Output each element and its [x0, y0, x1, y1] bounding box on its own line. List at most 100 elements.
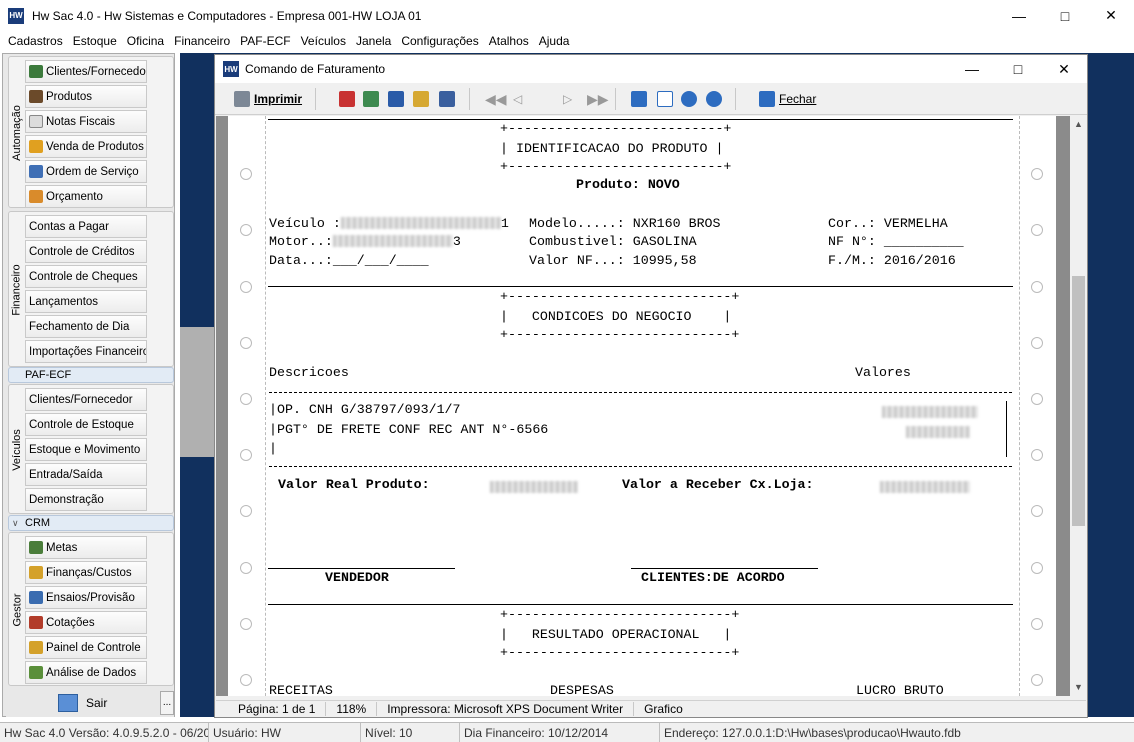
sidebar-item-ensaios-provisao[interactable]: Ensaios/Provisão [25, 586, 147, 609]
menu-cadastros[interactable]: Cadastros [6, 34, 65, 48]
products-icon [29, 90, 43, 103]
clients-icon [29, 65, 43, 78]
open-button[interactable] [413, 89, 429, 109]
veiculo-row: Veículo :1 [269, 216, 509, 231]
sidebar-item-clientes-fornecedor[interactable]: Clientes/Fornecedor [25, 60, 147, 83]
sidebar-item-importacoes-financeiro[interactable]: Importações Financeiro [25, 340, 147, 363]
table-top-rule [269, 392, 1012, 393]
sidebar-item-ordem-servico[interactable]: Ordem de Serviço [25, 160, 147, 183]
redacted-value [332, 235, 453, 248]
redacted-value [340, 217, 501, 230]
sidebar-item-entrada-saida[interactable]: Entrada/Saída [25, 463, 147, 486]
sidebar-item-controle-creditos[interactable]: Controle de Créditos [25, 240, 147, 263]
group-header-paf-ecf[interactable]: PAF-ECF [8, 367, 174, 383]
sidebar-item-controle-estoque[interactable]: Controle de Estoque [25, 413, 147, 436]
more-button[interactable]: ... [160, 691, 174, 715]
save-button[interactable] [388, 89, 404, 109]
send-email-button[interactable] [363, 89, 379, 109]
sidebar-item-produtos[interactable]: Produtos [25, 85, 147, 108]
sidebar-item-cotacoes[interactable]: Cotações [25, 611, 147, 634]
export-pdf-button[interactable] [339, 89, 355, 109]
sidebar-item-lancamentos[interactable]: Lançamentos [25, 290, 147, 313]
scroll-up-icon[interactable]: ▲ [1070, 116, 1087, 133]
app-title: Hw Sac 4.0 - Hw Sistemas e Computadores … [32, 8, 422, 23]
vertical-scrollbar[interactable]: ▲ ▼ [1070, 116, 1087, 696]
sidebar-item-analise-dados[interactable]: Análise de Dados [25, 661, 147, 684]
table-bottom-rule [269, 466, 1012, 467]
user-status: Usuário: HW [209, 722, 361, 742]
exit-door-icon [759, 91, 775, 107]
sidebar-item-financas-custos[interactable]: Finanças/Custos [25, 561, 147, 584]
sidebar-item-metas[interactable]: Metas [25, 536, 147, 559]
nf-label: NF N°: __________ [828, 234, 964, 249]
page-width-icon [631, 91, 647, 107]
find-button[interactable] [439, 89, 455, 109]
next-page-button[interactable]: ▷ [563, 89, 572, 109]
menu-estoque[interactable]: Estoque [71, 34, 119, 48]
menu-financeiro[interactable]: Financeiro [172, 34, 232, 48]
first-page-button[interactable]: ◀◀ [485, 89, 507, 109]
sec1-bot: +---------------------------+ [500, 159, 732, 174]
goals-icon [29, 541, 43, 554]
version-status: Hw Sac 4.0 Versão: 4.0.9.5.2.0 - 06/2016 [0, 722, 209, 742]
window-close-button[interactable]: ✕ [1041, 55, 1087, 83]
menu-oficina[interactable]: Oficina [125, 34, 166, 48]
window-maximize-button[interactable]: □ [995, 55, 1041, 83]
close-button[interactable]: ✕ [1088, 0, 1134, 31]
sec2-top: +----------------------------+ [500, 289, 740, 304]
redacted-value [880, 481, 970, 493]
sidebar-item-estoque-movimento[interactable]: Estoque e Movimento [25, 438, 147, 461]
last-page-button[interactable]: ▶▶ [587, 89, 609, 109]
zoom-out-button[interactable] [706, 89, 722, 109]
sidebar-item-notas-fiscais[interactable]: Notas Fiscais [25, 110, 147, 133]
menu-ajuda[interactable]: Ajuda [537, 34, 572, 48]
sidebar-item-demonstracao[interactable]: Demonstração [25, 488, 147, 511]
menu-veiculos[interactable]: Veículos [299, 34, 348, 48]
maximize-button[interactable]: □ [1042, 0, 1088, 31]
produto-label: Produto: NOVO [576, 177, 680, 192]
table-right-edge [1006, 401, 1008, 457]
sidebar-item-painel-controle[interactable]: Painel de Controle [25, 636, 147, 659]
invoice-icon [29, 115, 43, 128]
imprimir-button[interactable]: Imprimir [234, 89, 302, 109]
menu-atalhos[interactable]: Atalhos [487, 34, 531, 48]
sec1-title: | IDENTIFICACAO DO PRODUTO | [500, 141, 724, 156]
save-icon [388, 91, 404, 107]
sidebar-item-contas-pagar[interactable]: Contas a Pagar [25, 215, 147, 238]
database-status: Endereço: 127.0.0.1:D:\Hw\bases\producao… [664, 725, 961, 740]
menu-paf-ecf[interactable]: PAF-ECF [238, 34, 292, 48]
level-status: Nível: 10 [361, 722, 460, 742]
window-statusbar: Página: 1 de 1 118% Impressora: Microsof… [216, 700, 1086, 717]
fechar-button[interactable]: Fechar [759, 89, 816, 109]
quote-icon [29, 190, 43, 203]
group-label-veiculos: Veículos [11, 429, 23, 471]
sidebar-item-controle-cheques[interactable]: Controle de Cheques [25, 265, 147, 288]
page-width-button[interactable] [631, 89, 647, 109]
window-minimize-button[interactable]: — [949, 55, 995, 83]
prev-page-button[interactable]: ◁ [513, 89, 522, 109]
report-page: +---------------------------+ | IDENTIFI… [228, 116, 1056, 696]
menu-janela[interactable]: Janela [354, 34, 393, 48]
scroll-down-icon[interactable]: ▼ [1070, 679, 1087, 696]
lucro-label: LUCRO BRUTO [856, 683, 944, 696]
zoom-in-button[interactable] [681, 89, 697, 109]
scroll-thumb[interactable] [1072, 276, 1085, 526]
minimize-button[interactable]: — [996, 0, 1042, 31]
sec3-bot: +----------------------------+ [500, 645, 740, 660]
sec2-title: | CONDICOES DO NEGOCIO | [500, 309, 732, 324]
faturamento-window: HW Comando de Faturamento — □ ✕ Imprimir… [214, 54, 1088, 718]
descricao-line-1: |OP. CNH G/38797/093/1/7 [269, 402, 461, 417]
sidebar-item-fechamento-dia[interactable]: Fechamento de Dia [25, 315, 147, 338]
zoom-out-icon [706, 91, 722, 107]
sidebar-item-veiculos-clientes[interactable]: Clientes/Fornecedor [25, 388, 147, 411]
sec1-top: +---------------------------+ [500, 121, 732, 136]
report-toolbar: Imprimir ◀◀ ◁ ▷ ▶▶ Fechar [215, 83, 1087, 115]
sidebar-item-orcamento[interactable]: Orçamento [25, 185, 147, 208]
printer-indicator: Impressora: Microsoft XPS Document Write… [377, 702, 635, 716]
group-header-crm[interactable]: ∨ CRM [8, 515, 174, 531]
sidebar-item-venda-produtos[interactable]: Venda de Produtos [25, 135, 147, 158]
sair-button[interactable]: Sair [58, 694, 107, 712]
valores-label: Valores [855, 365, 911, 380]
menu-configuracoes[interactable]: Configurações [399, 34, 480, 48]
whole-page-button[interactable] [657, 89, 673, 109]
